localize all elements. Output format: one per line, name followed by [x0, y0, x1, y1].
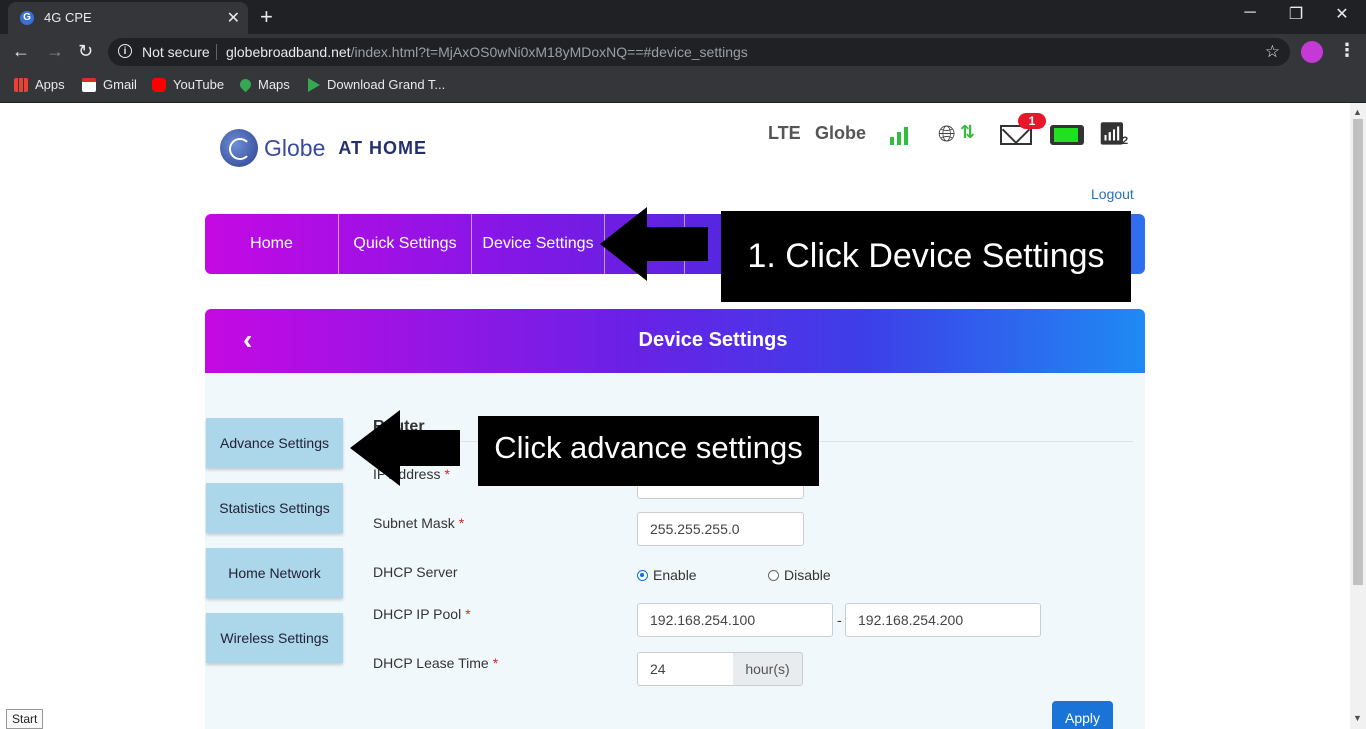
reload-icon[interactable]: ↻: [78, 41, 93, 62]
dhcp-enable-radio[interactable]: Enable: [637, 567, 697, 583]
dhcp-lease-input[interactable]: 24: [637, 652, 734, 686]
logo-word: Globe: [264, 134, 326, 161]
info-icon[interactable]: i: [118, 44, 132, 58]
radio-selected-icon: [637, 569, 648, 581]
url-host: globebroadband.net: [226, 44, 351, 60]
globe-favicon-icon: G: [20, 11, 34, 25]
browser-tab-strip: G 4G CPE ✕ + ─ ❐ ✕: [0, 0, 1366, 34]
bookmarks-bar: Apps Gmail YouTube Maps Download Grand T…: [0, 70, 1366, 103]
logout-link[interactable]: Logout: [1091, 186, 1134, 202]
battery-icon: [1050, 125, 1084, 145]
play-store-icon: [308, 77, 320, 92]
lease-unit-addon: hour(s): [733, 652, 803, 686]
panel-header: ‹ Device Settings: [205, 309, 1145, 373]
back-arrow-icon[interactable]: ←: [12, 41, 30, 62]
globe-logo-icon: [220, 129, 258, 167]
gmail-icon: [82, 77, 96, 92]
nav-quick-settings[interactable]: Quick Settings: [339, 214, 472, 274]
dhcp-pool-label: DHCP IP Pool *: [373, 606, 471, 622]
address-bar[interactable]: i Not secure globebroadband.net/index.ht…: [108, 38, 1290, 66]
side-home-network[interactable]: Home Network: [206, 548, 343, 598]
subnet-mask-input[interactable]: 255.255.255.0: [637, 512, 804, 546]
dhcp-lease-label: DHCP Lease Time *: [373, 655, 499, 671]
radio-unselected-icon: [768, 569, 779, 581]
side-statistics-settings[interactable]: Statistics Settings: [206, 483, 343, 533]
forward-arrow-icon[interactable]: →: [46, 41, 64, 62]
tab-title: 4G CPE: [44, 10, 92, 25]
mail-count-badge: 1: [1018, 113, 1046, 129]
bookmark-star-icon[interactable]: ☆: [1265, 42, 1280, 62]
dhcp-pool-end-input[interactable]: 192.168.254.200: [845, 603, 1041, 637]
bookmark-maps[interactable]: Maps: [237, 76, 290, 93]
restore-button[interactable]: ❐: [1276, 4, 1316, 24]
data-transfer-icon: ⇅: [960, 122, 976, 142]
arrow-left-icon: [600, 207, 708, 281]
new-tab-button[interactable]: +: [260, 4, 273, 30]
carrier-name: Globe: [815, 123, 867, 143]
side-wireless-settings[interactable]: Wireless Settings: [206, 613, 343, 663]
page-scrollbar[interactable]: ▲ ▼: [1350, 103, 1366, 729]
start-button[interactable]: Start: [6, 709, 44, 729]
globe-logo: Globe AT HOME: [220, 129, 427, 167]
close-window-button[interactable]: ✕: [1322, 4, 1362, 24]
scroll-down-icon[interactable]: ▼: [1353, 713, 1362, 723]
bookmark-gmail[interactable]: Gmail: [82, 77, 137, 92]
url-text: globebroadband.net/index.html?t=MjAxOS0w…: [226, 44, 748, 60]
scroll-thumb[interactable]: [1353, 119, 1363, 585]
url-path: /index.html?t=MjAxOS0wNi0xM18yMDoxNQ==#d…: [350, 44, 748, 60]
dhcp-server-label: DHCP Server: [373, 564, 458, 580]
web-page: Globe AT HOME LTE Globe 🌐︎ ⇅ 1 ︎📶︎ 2 Log…: [0, 103, 1350, 729]
nav-home[interactable]: Home: [205, 214, 339, 274]
browser-tab[interactable]: G 4G CPE ✕: [8, 2, 248, 34]
scroll-up-icon[interactable]: ▲: [1353, 107, 1362, 117]
profile-avatar[interactable]: [1301, 41, 1323, 63]
bookmark-apps[interactable]: Apps: [14, 77, 65, 92]
side-advance-settings[interactable]: Advance Settings: [206, 418, 343, 468]
logo-tagline: AT HOME: [338, 137, 428, 158]
dhcp-pool-start-input[interactable]: 192.168.254.100: [637, 603, 833, 637]
network-type: LTE: [768, 123, 801, 143]
browser-toolbar: ← → ↻ i Not secure globebroadband.net/in…: [0, 34, 1366, 70]
apply-button[interactable]: Apply: [1052, 701, 1113, 729]
address-divider: [216, 44, 217, 60]
internet-globe-icon: 🌐︎: [938, 121, 956, 146]
close-tab-icon[interactable]: ✕: [227, 8, 240, 28]
chrome-menu-icon[interactable]: ⋮: [1338, 40, 1356, 61]
minimize-button[interactable]: ─: [1230, 4, 1270, 22]
signal-strength-icon: [890, 125, 914, 145]
apps-grid-icon: [14, 77, 28, 92]
panel-title: Device Settings: [638, 329, 788, 351]
pool-separator: -: [837, 612, 842, 628]
dhcp-disable-radio[interactable]: Disable: [768, 567, 831, 583]
maps-pin-icon: [237, 76, 254, 93]
youtube-icon: [152, 77, 166, 92]
security-label: Not secure: [142, 44, 210, 60]
step1-callout: 1. Click Device Settings: [721, 211, 1131, 302]
bookmark-download[interactable]: Download Grand T...: [308, 77, 445, 92]
wifi-clients-count: 2: [1122, 135, 1129, 147]
arrow-left-icon: [350, 410, 460, 486]
step2-callout: Click advance settings: [478, 416, 819, 486]
subnet-mask-label: Subnet Mask *: [373, 515, 465, 531]
bookmark-youtube[interactable]: YouTube: [152, 77, 224, 92]
nav-device-settings[interactable]: Device Settings: [472, 214, 605, 274]
